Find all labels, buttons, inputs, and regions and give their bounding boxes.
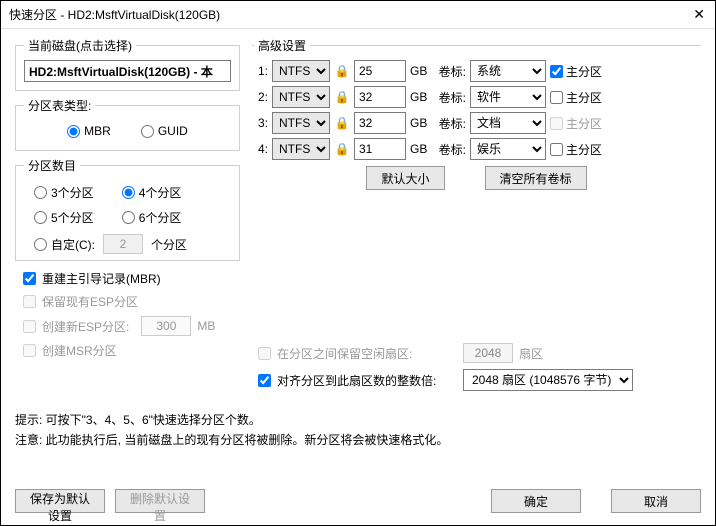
volume-select[interactable]: 文档 xyxy=(470,112,546,134)
reserve-sectors-input xyxy=(463,343,513,363)
custom-count-input[interactable] xyxy=(103,234,143,254)
radio-mbr[interactable]: MBR xyxy=(67,124,111,138)
chk-msr-row: 创建MSR分区 xyxy=(15,339,240,362)
primary-checkbox[interactable]: 主分区 xyxy=(550,89,602,106)
tip-line-1: 提示: 可按下"3、4、5、6"快速选择分区个数。 xyxy=(15,410,701,430)
custom-unit: 个分区 xyxy=(151,236,187,253)
partition-row-1: 1: NTFS 🔒 GB 卷标:系统 主分区 xyxy=(254,60,699,82)
fs-select[interactable]: NTFS xyxy=(272,86,330,108)
unit-gb: GB xyxy=(410,142,430,156)
volume-select[interactable]: 系统 xyxy=(470,60,546,82)
radio-5[interactable]: 5个分区 xyxy=(34,209,94,226)
clear-labels-button[interactable]: 清空所有卷标 xyxy=(485,166,587,190)
size-input[interactable] xyxy=(354,60,406,82)
partition-count-legend: 分区数目 xyxy=(24,157,80,174)
size-input[interactable] xyxy=(354,138,406,160)
titlebar: 快速分区 - HD2:MsftVirtualDisk(120GB) ✕ xyxy=(1,1,715,29)
primary-checkbox[interactable]: 主分区 xyxy=(550,141,602,158)
partition-count-group: 分区数目 3个分区 4个分区 5个分区 6个分区 自定(C): 个分区 xyxy=(15,157,240,261)
row-number: 3: xyxy=(254,116,268,130)
lock-icon[interactable]: 🔒 xyxy=(334,90,350,104)
chk-new-esp-row: 创建新ESP分区: MB xyxy=(15,313,240,339)
partition-row-4: 4: NTFS 🔒 GB 卷标:娱乐 主分区 xyxy=(254,138,699,160)
tips-area: 提示: 可按下"3、4、5、6"快速选择分区个数。 注意: 此功能执行后, 当前… xyxy=(1,404,715,457)
volume-label-text: 卷标: xyxy=(434,115,466,132)
delete-default-button[interactable]: 删除默认设置 xyxy=(115,489,205,513)
volume-label-text: 卷标: xyxy=(434,63,466,80)
align-select[interactable]: 2048 扇区 (1048576 字节) xyxy=(463,369,633,391)
row-number: 2: xyxy=(254,90,268,104)
chk-rebuild-mbr[interactable] xyxy=(23,272,36,285)
cancel-button[interactable]: 取消 xyxy=(611,489,701,513)
volume-select[interactable]: 软件 xyxy=(470,86,546,108)
tip-line-2: 注意: 此功能执行后, 当前磁盘上的现有分区将被删除。新分区将会被快速格式化。 xyxy=(15,430,701,450)
radio-4[interactable]: 4个分区 xyxy=(122,184,182,201)
chk-keep-esp-row: 保留现有ESP分区 xyxy=(15,290,240,313)
volume-select[interactable]: 娱乐 xyxy=(470,138,546,160)
lock-icon[interactable]: 🔒 xyxy=(334,116,350,130)
table-type-legend: 分区表类型: xyxy=(24,97,95,114)
size-input[interactable] xyxy=(354,86,406,108)
unit-gb: GB xyxy=(410,64,430,78)
window-title: 快速分区 - HD2:MsftVirtualDisk(120GB) xyxy=(9,6,220,23)
partition-row-3: 3: NTFS 🔒 GB 卷标:文档 主分区 xyxy=(254,112,699,134)
fs-select[interactable]: NTFS xyxy=(272,112,330,134)
advanced-group: 高级设置 1:NTFS🔒GB卷标:系统 主分区2:NTFS🔒GB卷标:软件 主分… xyxy=(252,37,701,398)
chk-align[interactable] xyxy=(258,374,271,387)
table-type-group: 分区表类型: MBR GUID xyxy=(15,97,240,151)
current-disk-legend: 当前磁盘(点击选择) xyxy=(24,37,136,54)
lock-icon[interactable]: 🔒 xyxy=(334,64,350,78)
default-size-button[interactable]: 默认大小 xyxy=(366,166,444,190)
advanced-legend: 高级设置 xyxy=(254,37,310,54)
chk-reserve-sectors xyxy=(258,347,271,360)
chk-keep-esp xyxy=(23,295,36,308)
volume-label-text: 卷标: xyxy=(434,89,466,106)
radio-6[interactable]: 6个分区 xyxy=(122,209,182,226)
size-input[interactable] xyxy=(354,112,406,134)
primary-checkbox[interactable]: 主分区 xyxy=(550,63,602,80)
primary-checkbox: 主分区 xyxy=(550,115,602,132)
lock-icon[interactable]: 🔒 xyxy=(334,142,350,156)
unit-gb: GB xyxy=(410,90,430,104)
radio-3[interactable]: 3个分区 xyxy=(34,184,94,201)
volume-label-text: 卷标: xyxy=(434,141,466,158)
current-disk-group: 当前磁盘(点击选择) xyxy=(15,37,240,91)
esp-size-input xyxy=(141,316,191,336)
chk-rebuild-mbr-row: 重建主引导记录(MBR) xyxy=(15,267,240,290)
radio-custom[interactable]: 自定(C): xyxy=(34,236,95,253)
chk-new-esp xyxy=(23,320,36,333)
row-number: 1: xyxy=(254,64,268,78)
unit-gb: GB xyxy=(410,116,430,130)
save-default-button[interactable]: 保存为默认设置 xyxy=(15,489,105,513)
ok-button[interactable]: 确定 xyxy=(491,489,581,513)
fs-select[interactable]: NTFS xyxy=(272,138,330,160)
chk-msr xyxy=(23,344,36,357)
partition-row-2: 2: NTFS 🔒 GB 卷标:软件 主分区 xyxy=(254,86,699,108)
row-number: 4: xyxy=(254,142,268,156)
quick-partition-dialog: 快速分区 - HD2:MsftVirtualDisk(120GB) ✕ 当前磁盘… xyxy=(0,0,716,526)
disk-select[interactable] xyxy=(24,60,231,82)
close-icon[interactable]: ✕ xyxy=(693,6,705,23)
fs-select[interactable]: NTFS xyxy=(272,60,330,82)
radio-guid[interactable]: GUID xyxy=(141,124,188,138)
